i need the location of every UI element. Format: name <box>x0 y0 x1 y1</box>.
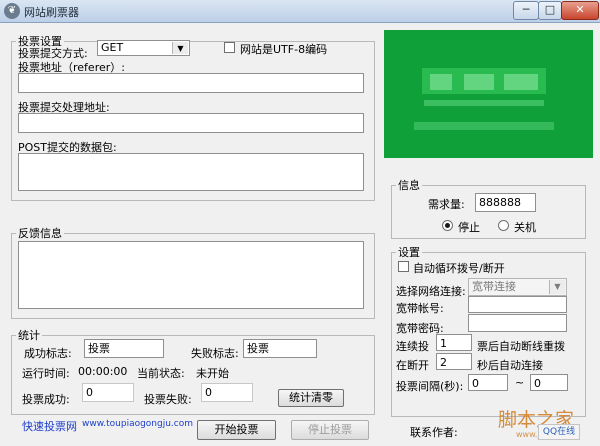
demand-input[interactable]: 888888 <box>475 193 536 212</box>
title-bar: ❦ 网站刷票器 ─ □ ✕ <box>0 0 600 23</box>
interval-from-value: 0 <box>472 377 479 390</box>
start-vote-button[interactable]: 开始投票 <box>197 420 276 440</box>
vote-fail-value: 0 <box>205 386 212 399</box>
utf8-checkbox[interactable] <box>224 42 235 53</box>
disconnect-label: 在断开 <box>396 359 429 372</box>
disconnect-value: 2 <box>440 356 447 369</box>
auto-redial-label: 自动循环拨号/断开 <box>413 262 505 275</box>
account-label: 宽带帐号: <box>396 302 444 315</box>
auto-redial-checkbox[interactable] <box>398 261 409 272</box>
ad-text-block <box>414 122 554 130</box>
stop-radio[interactable] <box>442 220 453 231</box>
vote-method-select[interactable]: GET ▼ <box>97 40 190 56</box>
disconnect-input[interactable]: 2 <box>436 353 472 370</box>
connect-count-value: 1 <box>440 337 447 350</box>
connect-count-input[interactable]: 1 <box>436 334 472 351</box>
vote-success-label: 投票成功: <box>22 393 70 406</box>
ad-text-block <box>504 74 538 90</box>
vote-success-field: 0 <box>82 383 134 402</box>
demand-value: 888888 <box>479 196 521 209</box>
restore-button[interactable]: □ <box>538 1 562 20</box>
success-flag-input[interactable]: 投票 <box>84 339 164 358</box>
app-icon: ❦ <box>4 3 20 19</box>
shutdown-radio-label: 关机 <box>514 221 536 234</box>
vote-fail-field: 0 <box>201 383 253 402</box>
stop-vote-button[interactable]: 停止投票 <box>291 420 369 440</box>
feedback-textarea[interactable] <box>18 241 364 309</box>
vote-url-input[interactable] <box>18 73 364 93</box>
fail-flag-value: 投票 <box>247 342 269 355</box>
connect-count-label: 连续投 <box>396 340 429 353</box>
info-legend: 信息 <box>398 179 420 192</box>
interval-to-input[interactable]: 0 <box>530 374 568 391</box>
interval-to-value: 0 <box>534 377 541 390</box>
site-name-link[interactable]: 快速投票网 <box>22 418 77 434</box>
success-flag-label: 成功标志: <box>24 347 72 360</box>
ad-text-block <box>464 74 494 90</box>
ad-text-block <box>424 100 544 106</box>
interval-from-input[interactable]: 0 <box>468 374 508 391</box>
fail-flag-label: 失败标志: <box>191 347 239 360</box>
disconnect-suffix: 秒后自动连接 <box>477 359 543 372</box>
shutdown-radio[interactable] <box>498 220 509 231</box>
status-value: 未开始 <box>196 367 229 380</box>
connection-select[interactable]: 宽带连接 ▼ <box>468 278 567 296</box>
vote-fail-label: 投票失败: <box>144 393 192 406</box>
chevron-down-icon: ▼ <box>549 280 565 294</box>
stats-legend: 统计 <box>18 329 40 342</box>
qq-online-badge[interactable]: QQ在线 <box>538 424 580 440</box>
window-title: 网站刷票器 <box>24 6 79 19</box>
connection-label: 选择网络连接: <box>396 285 466 298</box>
minimize-button[interactable]: ─ <box>513 1 539 20</box>
status-label: 当前状态: <box>137 367 185 380</box>
runtime-value: 00:00:00 <box>78 365 128 378</box>
fail-flag-input[interactable]: 投票 <box>243 339 317 358</box>
chevron-down-icon: ▼ <box>172 42 188 54</box>
feedback-legend: 反馈信息 <box>18 227 62 240</box>
interval-label: 投票间隔(秒): <box>396 380 464 393</box>
contact-label: 联系作者: <box>410 426 458 439</box>
close-button[interactable]: ✕ <box>561 1 599 20</box>
password-input[interactable] <box>468 314 567 332</box>
ad-banner[interactable] <box>384 30 593 158</box>
runtime-label: 运行时间: <box>22 367 70 380</box>
connect-count-suffix: 票后自动断线重拨 <box>477 340 565 353</box>
settings-legend: 设置 <box>398 246 420 259</box>
vote-success-value: 0 <box>86 386 93 399</box>
demand-label: 需求量: <box>428 198 465 211</box>
handler-url-input[interactable] <box>18 113 364 133</box>
success-flag-value: 投票 <box>88 342 110 355</box>
site-url-link[interactable]: www.toupiaogongju.com <box>82 419 193 429</box>
interval-separator: ~ <box>515 376 525 389</box>
clear-stats-button[interactable]: 统计清零 <box>278 389 344 407</box>
stop-radio-label: 停止 <box>458 221 480 234</box>
post-data-textarea[interactable] <box>18 153 364 191</box>
ad-text-block <box>430 74 452 90</box>
utf8-label: 网站是UTF-8编码 <box>240 43 328 56</box>
account-input[interactable] <box>468 296 567 313</box>
